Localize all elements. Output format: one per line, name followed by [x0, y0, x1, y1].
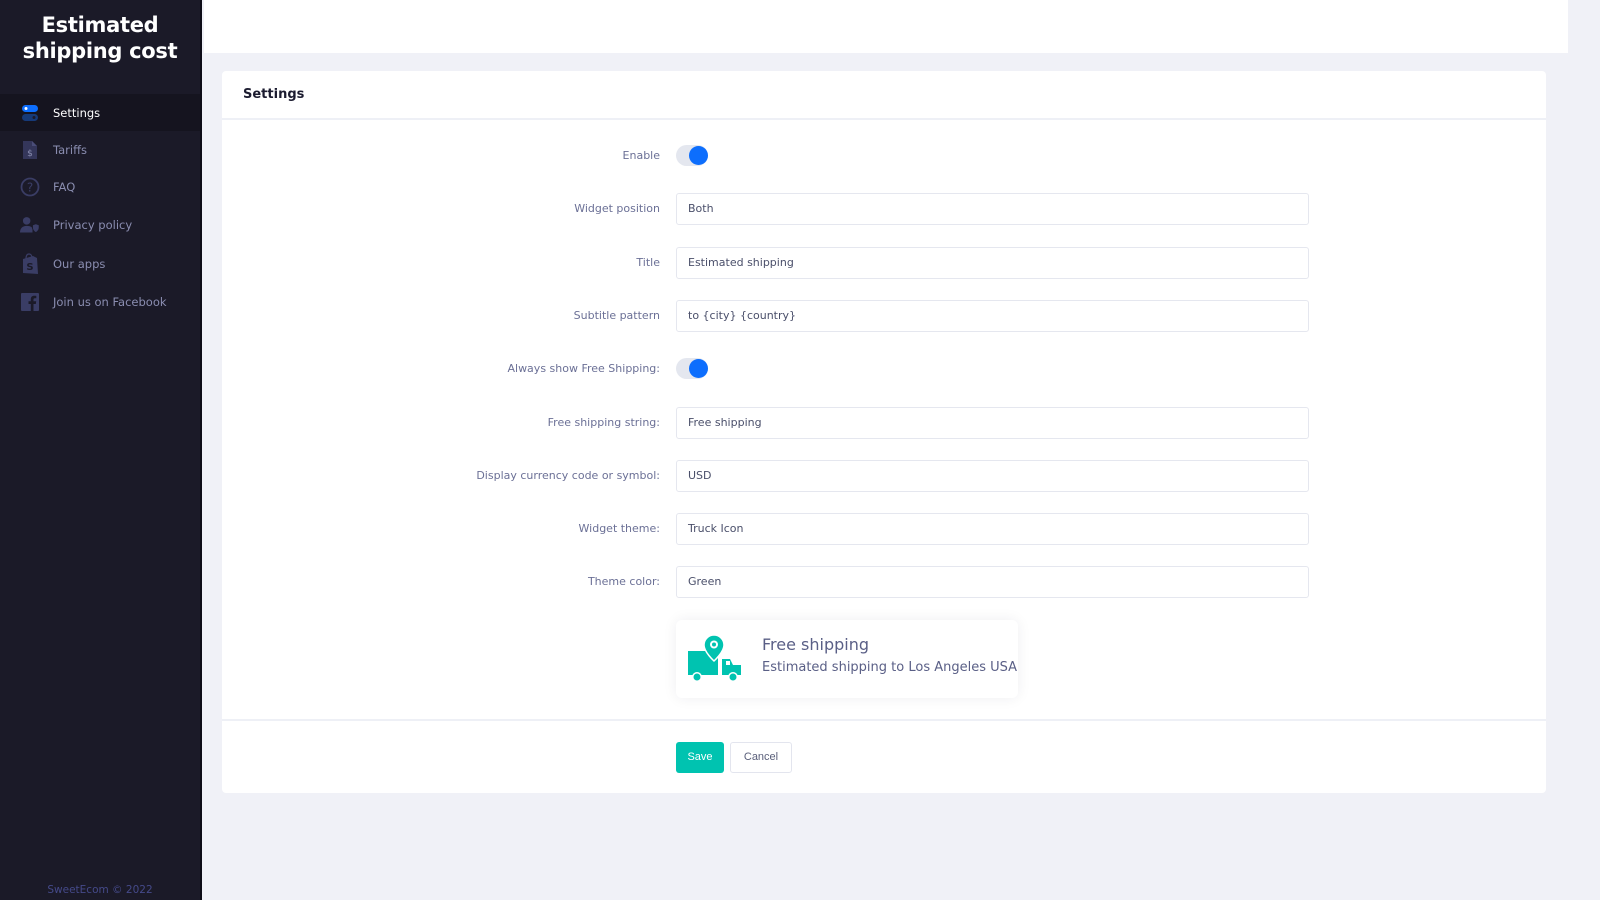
field-theme-color: Theme color: Green: [222, 566, 1546, 598]
sidebar: Estimated shipping cost Settings $ Tarif…: [0, 0, 202, 900]
field-label: Free shipping string:: [547, 416, 660, 429]
toggle-knob: [689, 359, 708, 378]
svg-text:?: ?: [27, 180, 33, 194]
sidebar-item-label: Privacy policy: [53, 217, 133, 232]
field-widget-position: Widget position Both: [222, 193, 1546, 225]
title-input[interactable]: Estimated shipping: [676, 247, 1309, 279]
svg-text:S: S: [26, 262, 33, 273]
subtitle-pattern-input[interactable]: to {city} {country}: [676, 300, 1309, 332]
sidebar-item-tariffs[interactable]: $ Tariffs: [0, 131, 200, 168]
question-icon: ?: [20, 177, 40, 197]
sidebar-item-faq[interactable]: ? FAQ: [0, 168, 200, 205]
free-shipping-string-input[interactable]: Free shipping: [676, 407, 1309, 439]
field-label: Widget theme:: [578, 522, 660, 535]
enable-toggle[interactable]: [676, 145, 708, 166]
sidebar-nav: Settings $ Tariffs ? FAQ Privacy policy …: [0, 94, 200, 320]
field-enable: Enable: [222, 140, 1546, 172]
field-label: Title: [636, 256, 660, 269]
cancel-button[interactable]: Cancel: [730, 742, 792, 773]
field-label: Display currency code or symbol:: [476, 469, 660, 482]
sidebar-item-label: Join us on Facebook: [53, 294, 167, 309]
always-free-toggle[interactable]: [676, 358, 708, 379]
field-currency: Display currency code or symbol: USD: [222, 460, 1546, 492]
field-title: Title Estimated shipping: [222, 247, 1546, 279]
field-free-string: Free shipping string: Free shipping: [222, 407, 1546, 439]
field-label: Always show Free Shipping:: [507, 362, 660, 375]
field-subtitle-pattern: Subtitle pattern to {city} {country}: [222, 300, 1546, 332]
save-button[interactable]: Save: [676, 742, 724, 773]
copyright: SweetEcom © 2022: [47, 884, 153, 896]
preview-subtitle: Estimated shipping to Los Angeles USA: [762, 660, 1018, 675]
toggle-knob: [689, 146, 708, 165]
invoice-icon: $: [20, 140, 40, 160]
sidebar-item-privacy[interactable]: Privacy policy: [0, 205, 200, 244]
field-label: Theme color:: [587, 575, 660, 588]
sidebar-item-label: Tariffs: [53, 142, 88, 157]
truck-location-icon: [688, 634, 744, 685]
sidebar-item-label: Settings: [53, 105, 101, 120]
field-widget-theme: Widget theme: Truck Icon: [222, 513, 1546, 545]
widget-position-select[interactable]: Both: [676, 193, 1309, 225]
top-bar: [204, 0, 1568, 53]
sidebar-item-label: Our apps: [53, 256, 106, 271]
theme-color-select[interactable]: Green: [676, 566, 1309, 598]
settings-card: Settings Enable Widget position Both Tit…: [222, 71, 1546, 793]
field-label: Subtitle pattern: [573, 309, 660, 322]
page-margin: [1568, 0, 1600, 900]
sidebar-item-our-apps[interactable]: S Our apps: [0, 244, 200, 283]
field-always-free: Always show Free Shipping:: [222, 353, 1546, 385]
widget-theme-select[interactable]: Truck Icon: [676, 513, 1309, 545]
preview-title: Free shipping: [762, 635, 870, 654]
field-label: Enable: [622, 149, 660, 162]
sidebar-item-settings[interactable]: Settings: [0, 94, 200, 131]
widget-preview: Free shipping Estimated shipping to Los …: [676, 620, 1018, 698]
toggle-icon: [20, 103, 40, 123]
sidebar-item-label: FAQ: [53, 179, 76, 194]
card-footer: Save Cancel: [222, 719, 1546, 793]
shopify-bag-icon: S: [20, 252, 40, 274]
field-label: Widget position: [574, 202, 660, 215]
currency-select[interactable]: USD: [676, 460, 1309, 492]
user-shield-icon: [20, 215, 40, 235]
facebook-icon: [20, 292, 40, 312]
svg-text:$: $: [27, 149, 33, 159]
app-title: Estimated shipping cost: [22, 13, 178, 63]
card-title: Settings: [222, 71, 1546, 120]
sidebar-item-facebook[interactable]: Join us on Facebook: [0, 283, 200, 320]
